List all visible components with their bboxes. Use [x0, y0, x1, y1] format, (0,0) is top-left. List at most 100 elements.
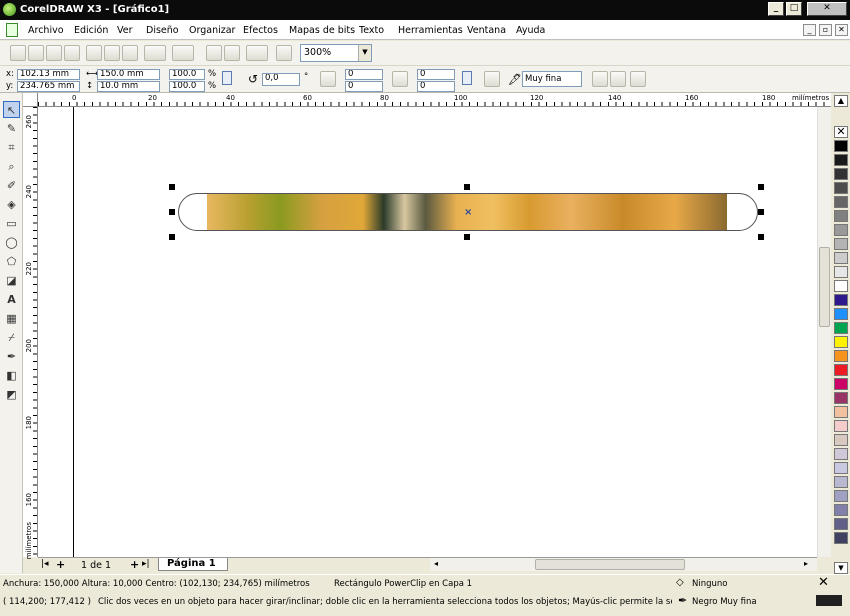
cut-icon[interactable] — [86, 45, 102, 61]
open-icon[interactable] — [28, 45, 44, 61]
welcome-screen-icon[interactable] — [276, 45, 292, 61]
color-swatch[interactable] — [834, 350, 848, 362]
color-swatch[interactable] — [834, 434, 848, 446]
selection-handle-tc[interactable] — [464, 184, 470, 190]
rectangle-tool-icon[interactable]: ▭ — [3, 215, 20, 232]
menu-efectos[interactable]: Efectos — [243, 25, 278, 36]
menu-ayuda[interactable]: Ayuda — [516, 25, 545, 36]
scale-y-field[interactable]: 100.0 — [169, 81, 205, 92]
shape-tool-icon[interactable]: ✎ — [3, 120, 20, 137]
outline-color-swatch[interactable] — [816, 595, 842, 606]
menu-ver[interactable]: Ver — [117, 25, 133, 36]
selection-handle-mr[interactable] — [758, 209, 764, 215]
vertical-ruler[interactable]: 260 240 220 200 180 160 milímetros — [23, 107, 38, 559]
redo-icon[interactable] — [172, 45, 194, 61]
zoom-levels-select[interactable]: 300% ▼ — [300, 44, 372, 62]
vertical-scrollbar[interactable] — [817, 107, 831, 557]
corner-radius-1-field[interactable]: 0 — [345, 69, 383, 80]
corner-radius-4-field[interactable]: 0 — [417, 81, 455, 92]
color-swatch[interactable] — [834, 476, 848, 488]
horizontal-scrollbar[interactable]: ◂ ▸ — [430, 557, 817, 571]
to-front-icon[interactable] — [592, 71, 608, 87]
mdi-minimize-button[interactable]: _ — [803, 24, 816, 36]
basic-shapes-tool-icon[interactable]: ◪ — [3, 272, 20, 289]
color-swatch[interactable] — [834, 392, 848, 404]
menu-ventana[interactable]: Ventana — [467, 25, 506, 36]
color-swatch[interactable] — [834, 518, 848, 530]
color-swatch[interactable] — [834, 210, 848, 222]
menu-texto[interactable]: Texto — [359, 25, 384, 36]
round-corner-icon[interactable] — [392, 71, 408, 87]
rotation-angle-field[interactable]: 0,0 — [262, 73, 300, 86]
color-swatch[interactable] — [834, 168, 848, 180]
color-swatch[interactable] — [834, 406, 848, 418]
interactive-blend-tool-icon[interactable]: ▦ — [3, 310, 20, 327]
selection-handle-bc[interactable] — [464, 234, 470, 240]
color-swatch[interactable] — [834, 420, 848, 432]
selection-handle-br[interactable] — [758, 234, 764, 240]
horizontal-scroll-thumb[interactable] — [535, 559, 685, 570]
vertical-scroll-thumb[interactable] — [819, 247, 830, 327]
color-swatch[interactable] — [834, 490, 848, 502]
color-swatch[interactable] — [834, 294, 848, 306]
drawing-canvas[interactable]: × — [38, 107, 817, 557]
freehand-tool-icon[interactable]: ✐ — [3, 177, 20, 194]
color-swatch[interactable] — [834, 364, 848, 376]
ellipse-tool-icon[interactable]: ◯ — [3, 234, 20, 251]
color-swatch[interactable] — [834, 252, 848, 264]
minimize-button[interactable]: _ — [768, 2, 784, 16]
selection-handle-ml[interactable] — [169, 209, 175, 215]
document-icon[interactable] — [6, 23, 18, 37]
lock-corners-icon[interactable] — [462, 71, 472, 85]
menu-mapas-de-bits[interactable]: Mapas de bits — [289, 25, 355, 36]
maximize-button[interactable]: □ — [786, 2, 802, 16]
color-swatch[interactable] — [834, 182, 848, 194]
ruler-origin[interactable] — [23, 93, 38, 107]
menu-edicion[interactable]: Edición — [74, 25, 108, 36]
outline-width-select[interactable]: Muy fina — [522, 71, 582, 87]
no-color-swatch[interactable]: ✕ — [834, 126, 848, 138]
center-marker-icon[interactable]: × — [464, 207, 472, 218]
menu-organizar[interactable]: Organizar — [189, 25, 235, 36]
selection-handle-bl[interactable] — [169, 234, 175, 240]
new-icon[interactable] — [10, 45, 26, 61]
height-field[interactable]: 10.0 mm — [97, 81, 160, 92]
fill-none-icon[interactable]: ✕ — [818, 575, 829, 590]
pick-tool-icon[interactable]: ↖ — [3, 101, 20, 118]
color-swatch[interactable] — [834, 224, 848, 236]
color-swatch[interactable] — [834, 280, 848, 292]
outline-tool-icon[interactable]: ✒ — [3, 348, 20, 365]
to-back-icon[interactable] — [610, 71, 626, 87]
color-swatch[interactable] — [834, 462, 848, 474]
color-swatch[interactable] — [834, 140, 848, 152]
color-swatch[interactable] — [834, 448, 848, 460]
color-swatch[interactable] — [834, 266, 848, 278]
corner-radius-3-field[interactable]: 0 — [417, 69, 455, 80]
polygon-tool-icon[interactable]: ⬠ — [3, 253, 20, 270]
import-icon[interactable] — [206, 45, 222, 61]
color-swatch[interactable] — [834, 308, 848, 320]
paste-icon[interactable] — [122, 45, 138, 61]
menu-herramientas[interactable]: Herramientas — [398, 25, 463, 36]
undo-icon[interactable] — [144, 45, 166, 61]
zoom-tool-icon[interactable]: ⌕ — [3, 158, 20, 175]
smart-fill-tool-icon[interactable]: ◈ — [3, 196, 20, 213]
lock-ratio-icon[interactable] — [222, 71, 232, 85]
first-page-icon[interactable]: |◂ — [41, 559, 49, 569]
mdi-restore-button[interactable]: ▫ — [819, 24, 832, 36]
eyedropper-tool-icon[interactable]: ⌿ — [3, 329, 20, 346]
color-swatch[interactable] — [834, 322, 848, 334]
width-field[interactable]: 150.0 mm — [97, 69, 160, 80]
palette-scroll-up-icon[interactable]: ▲ — [834, 95, 848, 107]
save-icon[interactable] — [46, 45, 62, 61]
selection-handle-tr[interactable] — [758, 184, 764, 190]
x-position-field[interactable]: 102.13 mm — [17, 69, 80, 80]
add-page-after-icon[interactable]: + — [130, 558, 139, 571]
fill-tool-icon[interactable]: ◧ — [3, 367, 20, 384]
color-swatch[interactable] — [834, 504, 848, 516]
close-button[interactable]: ✕ — [807, 2, 847, 16]
y-position-field[interactable]: 234.765 mm — [17, 81, 80, 92]
palette-scroll-down-icon[interactable]: ▼ — [834, 562, 848, 574]
copy-icon[interactable] — [104, 45, 120, 61]
mirror-horizontal-icon[interactable] — [320, 71, 336, 87]
